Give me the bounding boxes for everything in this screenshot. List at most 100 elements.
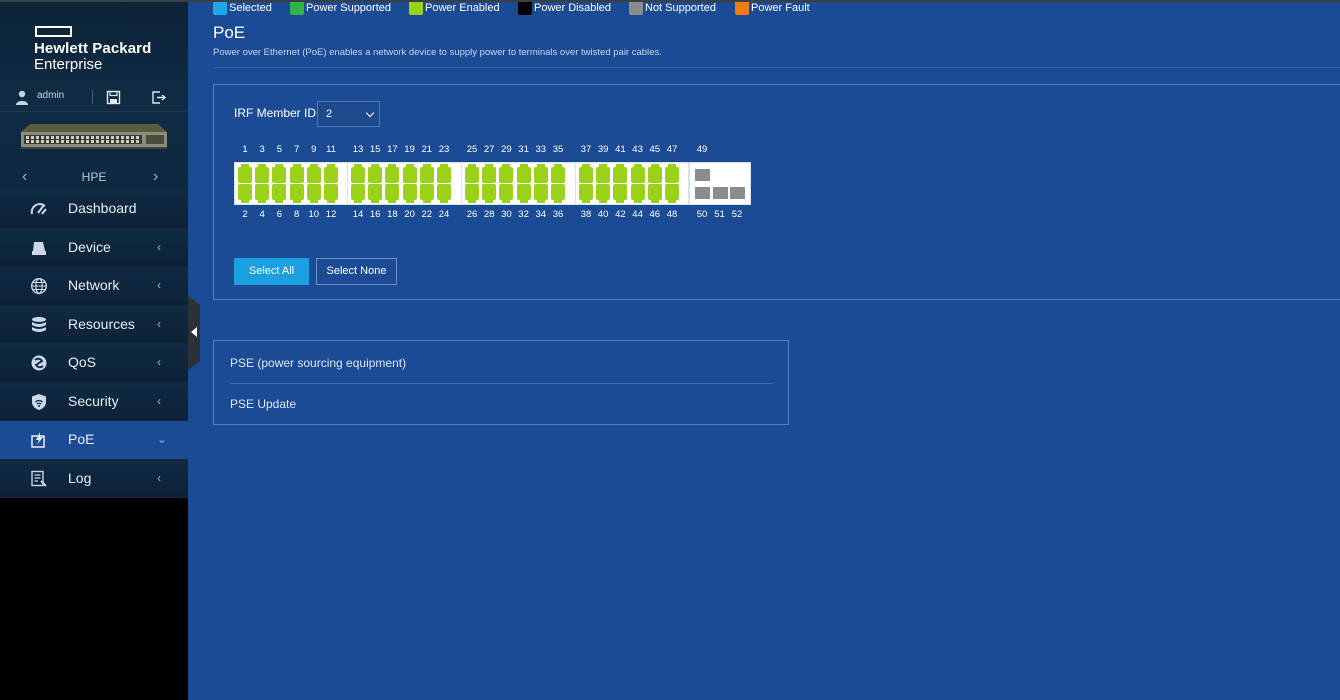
user-name[interactable]: admin [37,90,64,101]
port-number-label: 36 [552,209,564,220]
port-7[interactable] [289,164,304,183]
sidebar-item-resources[interactable]: Resources ‹ [0,305,188,344]
qos-icon [31,355,47,371]
select-all-button[interactable]: Select All [234,258,309,285]
sidebar-item-network[interactable]: Network ‹ [0,267,188,306]
port-44[interactable] [630,184,645,203]
port-27[interactable] [482,164,497,183]
sidebar-item-poe[interactable]: PoE ⌄ [0,421,188,460]
sidebar-item-label: Resources [68,315,135,332]
chevron-down-icon [365,108,375,118]
port-40[interactable] [596,184,611,203]
port-25[interactable] [465,164,479,183]
sidebar-item-label: PoE [68,431,95,447]
divider [92,90,93,104]
port-38[interactable] [579,184,593,203]
legend-swatch [213,0,227,15]
port-45[interactable] [647,164,662,183]
poe-icon [31,432,45,448]
port-19[interactable] [402,164,417,183]
port-29[interactable] [499,164,514,183]
irf-member-select[interactable]: 2 [317,101,380,127]
log-icon [31,470,47,487]
port-5[interactable] [272,164,287,183]
port-number-label: 24 [438,209,450,220]
port-20[interactable] [402,184,417,203]
port-3[interactable] [255,164,270,183]
save-icon[interactable] [106,90,121,105]
logout-icon[interactable] [151,90,166,105]
port-8[interactable] [289,184,304,203]
port-49[interactable] [695,169,710,181]
port-12[interactable] [324,184,338,203]
legend-swatch [290,0,304,15]
sidebar-nav: Dashboard Device ‹ Network ‹ Resources ‹… [0,190,188,498]
port-52[interactable] [730,187,745,199]
sidebar-item-security[interactable]: Security ‹ [0,382,188,421]
chevron-left-icon: ‹ [157,278,161,292]
port-39[interactable] [596,164,611,183]
chevron-left-icon: ‹ [157,316,161,331]
port-26[interactable] [465,184,479,203]
port-33[interactable] [533,164,548,183]
port-50[interactable] [695,187,710,199]
port-15[interactable] [368,164,383,183]
port-35[interactable] [551,164,565,183]
pse-link[interactable]: PSE (power sourcing equipment) [230,356,406,370]
chevron-down-icon: ⌄ [157,432,168,446]
select-none-button[interactable]: Select None [316,258,397,285]
port-number-label: 52 [731,209,743,220]
port-31[interactable] [516,164,531,183]
port-9[interactable] [306,164,321,183]
port-22[interactable] [419,184,434,203]
port-30[interactable] [499,184,514,203]
user-row: admin [0,84,188,112]
port-number-label: 12 [325,209,337,220]
legend-label: Power Fault [751,2,810,14]
port-2[interactable] [238,184,252,203]
user-icon[interactable] [15,90,29,105]
port-46[interactable] [647,184,662,203]
port-13[interactable] [351,164,365,183]
port-16[interactable] [368,184,383,203]
port-18[interactable] [385,184,400,203]
brand-line2: Enterprise [34,56,103,73]
port-37[interactable] [579,164,593,183]
brand-line1: Hewlett Packard [34,40,152,57]
gauge-icon [30,203,47,215]
port-51[interactable] [712,187,728,199]
chevron-left-icon: ‹ [157,355,161,369]
port-34[interactable] [533,184,548,203]
legend-swatch [629,0,643,15]
collapse-arrow-icon[interactable] [191,327,197,337]
port-42[interactable] [613,184,628,203]
port-48[interactable] [665,184,679,203]
chevron-right-icon[interactable]: › [153,168,158,186]
port-36[interactable] [551,184,565,203]
port-43[interactable] [630,164,645,183]
sidebar-item-device[interactable]: Device ‹ [0,228,188,267]
port-1[interactable] [238,164,252,183]
divider [230,383,773,384]
port-23[interactable] [437,164,451,183]
port-28[interactable] [482,184,497,203]
switch-device-image [21,124,167,149]
port-panel: IRF Member ID 2 1 3 5 7 9 11 2 4 6 8 10 12 13 15 17 19 2… [213,84,1340,300]
sidebar-item-dashboard[interactable]: Dashboard [0,190,188,229]
port-17[interactable] [385,164,400,183]
pse-update-link[interactable]: PSE Update [230,397,296,411]
port-number-label: 48 [666,209,678,220]
port-10[interactable] [306,184,321,203]
sidebar-item-qos[interactable]: QoS ‹ [0,344,188,383]
port-4[interactable] [255,184,270,203]
legend-label: Power Supported [306,2,391,14]
port-11[interactable] [324,164,338,183]
port-21[interactable] [419,164,434,183]
port-14[interactable] [351,184,365,203]
port-47[interactable] [665,164,679,183]
sidebar-item-log[interactable]: Log ‹ [0,459,188,498]
port-41[interactable] [613,164,628,183]
port-24[interactable] [437,184,451,203]
port-6[interactable] [272,184,287,203]
port-32[interactable] [516,184,531,203]
